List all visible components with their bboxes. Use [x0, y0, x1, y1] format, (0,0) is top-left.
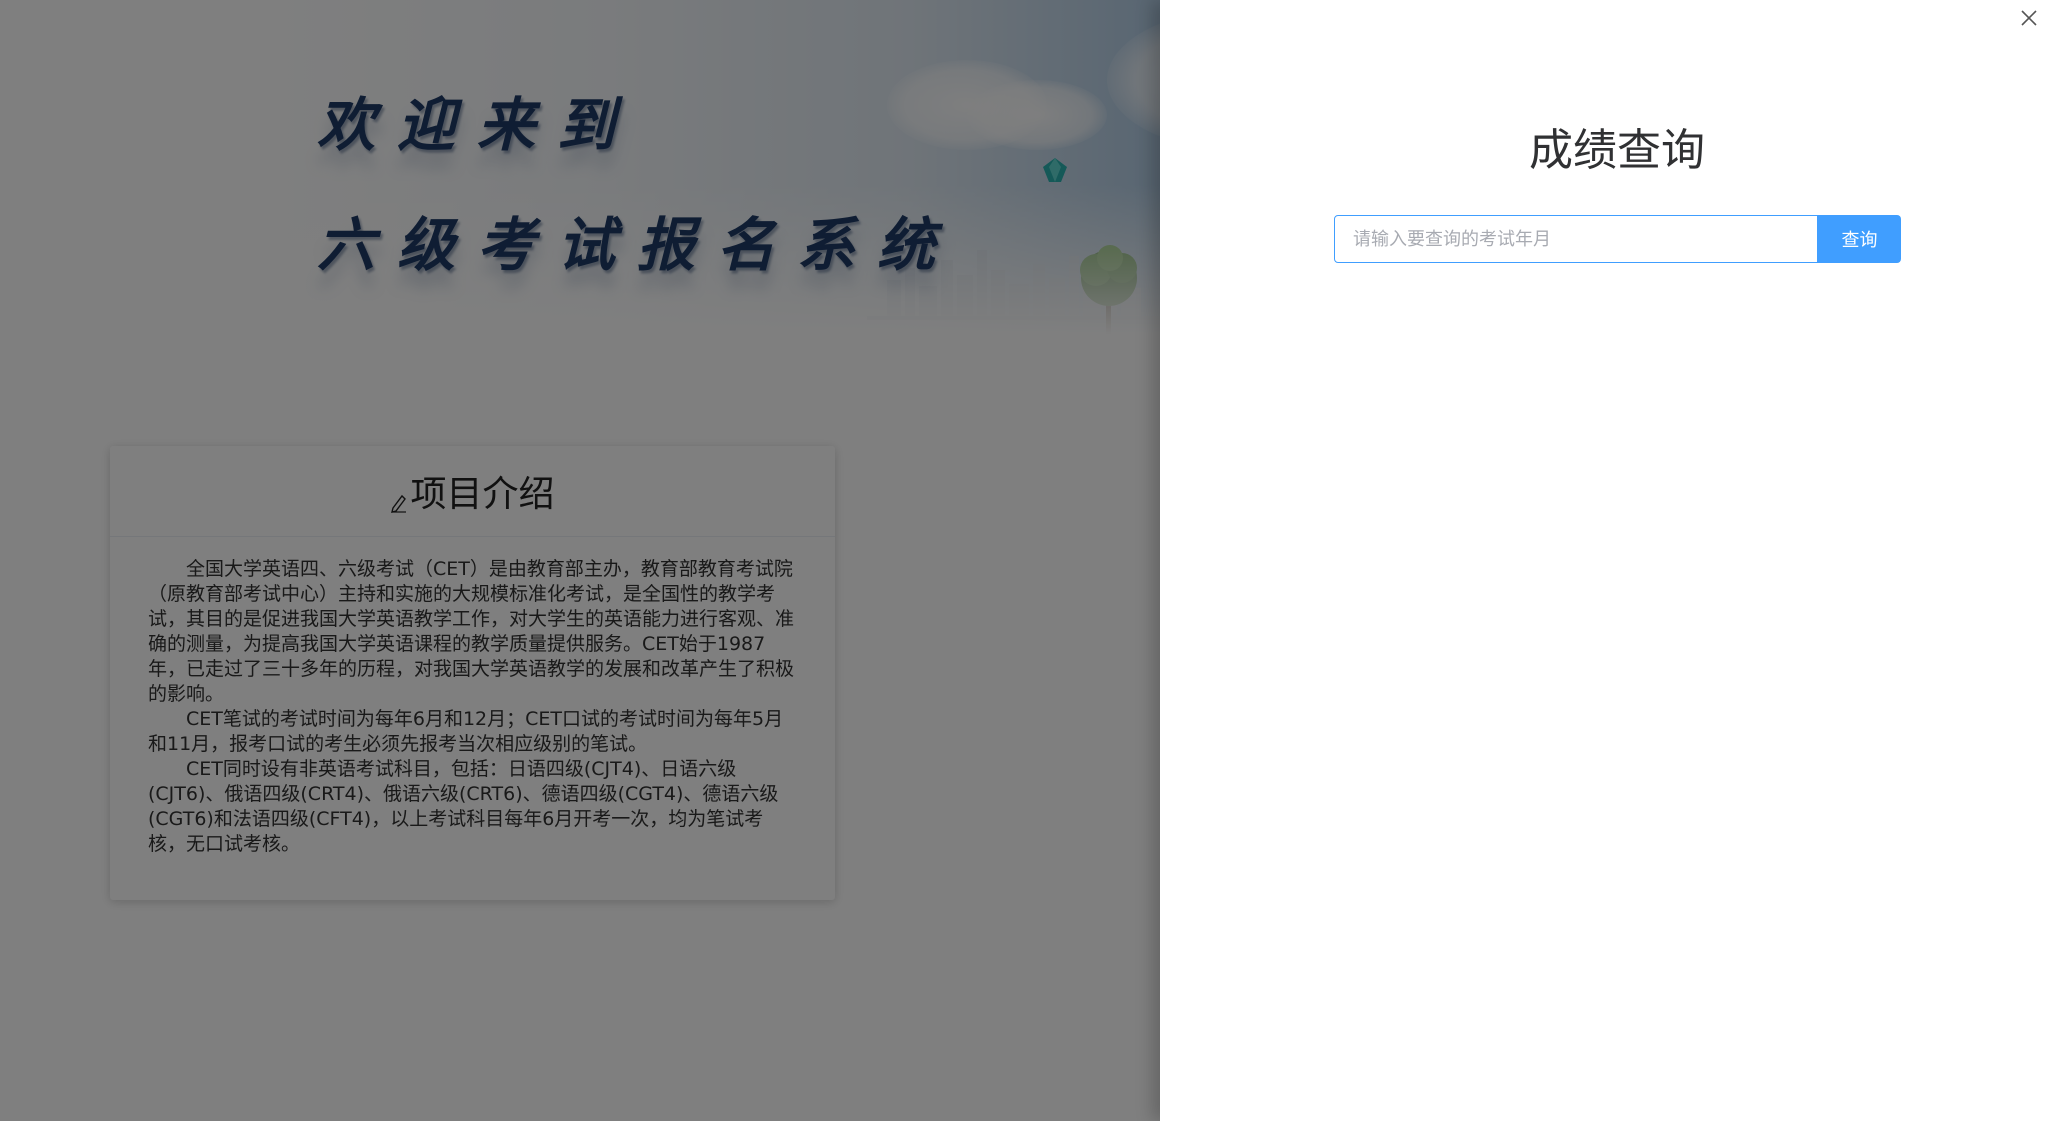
- search-row: 查询: [1334, 215, 1901, 263]
- drawer-title: 成绩查询: [1529, 125, 1705, 176]
- close-icon[interactable]: [2017, 6, 2041, 30]
- score-query-drawer: 成绩查询 查询: [1160, 0, 2058, 1121]
- query-button[interactable]: 查询: [1818, 215, 1901, 263]
- exam-date-search-input[interactable]: [1334, 215, 1818, 263]
- page: 欢迎来到 六级考试报名系统 项目介绍 全国大学英语四、六级考试（CET）是由教育…: [0, 0, 2058, 1121]
